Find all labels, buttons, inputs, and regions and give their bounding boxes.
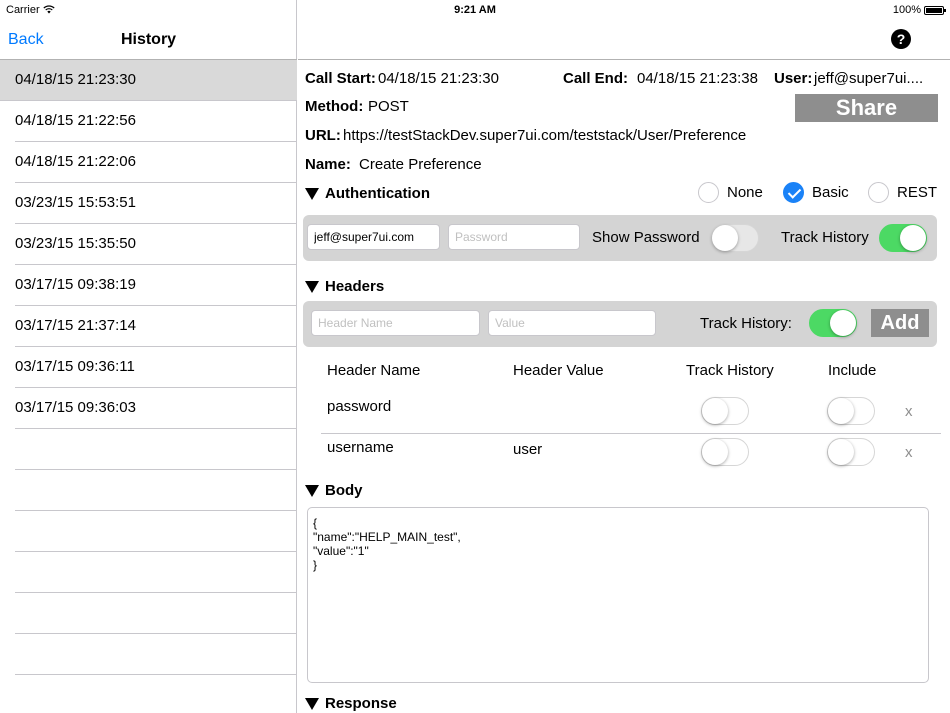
- show-password-label: Show Password: [592, 229, 700, 246]
- body-line: "value":"1": [313, 544, 369, 558]
- name-label: Name:: [305, 156, 351, 173]
- disclosure-triangle-icon: [305, 187, 319, 200]
- auth-option-basic[interactable]: Basic: [783, 182, 849, 203]
- password-field[interactable]: [448, 224, 580, 250]
- row-divider: [321, 433, 941, 434]
- empty-row: [15, 675, 297, 713]
- column-include: Include: [828, 362, 877, 379]
- checkmark-icon: [783, 182, 804, 203]
- auth-option-none[interactable]: None: [698, 182, 763, 203]
- history-item[interactable]: 03/17/15 21:37:14: [15, 306, 297, 347]
- body-text-area[interactable]: { "name":"HELP_MAIN_test", "value":"1" }: [307, 507, 929, 683]
- header-name-field[interactable]: [311, 310, 480, 336]
- body-line: {: [313, 516, 318, 530]
- method-value: POST: [368, 98, 409, 115]
- empty-row: [15, 511, 297, 552]
- username-field[interactable]: [307, 224, 440, 250]
- header-row-track-toggle[interactable]: [701, 397, 749, 425]
- header-row-name: username: [327, 439, 394, 456]
- add-header-button[interactable]: Add: [871, 309, 929, 337]
- headers-panel: Track History:: [303, 301, 937, 347]
- authentication-section-toggle[interactable]: Authentication: [305, 185, 430, 202]
- history-navbar: Back History: [0, 20, 297, 60]
- delete-header-button[interactable]: x: [905, 444, 913, 461]
- call-end-label: Call End:: [563, 70, 629, 87]
- headers-track-history-toggle[interactable]: [809, 309, 857, 337]
- show-password-toggle[interactable]: [711, 224, 759, 252]
- delete-header-button[interactable]: x: [905, 403, 913, 420]
- auth-panel: Show Password Track History: [303, 215, 937, 261]
- call-start-label: Call Start:: [305, 70, 376, 87]
- radio-unselected-icon: [698, 182, 719, 203]
- share-button[interactable]: Share: [795, 94, 938, 122]
- method-label: Method:: [305, 98, 364, 115]
- empty-row: [15, 552, 297, 593]
- track-history-label: Track History: [781, 229, 869, 246]
- column-header-value: Header Value: [513, 362, 604, 379]
- user-value: jeff@super7ui....: [814, 70, 924, 87]
- history-item[interactable]: 04/18/15 21:22:56: [15, 101, 297, 142]
- response-section-toggle[interactable]: Response: [305, 695, 397, 712]
- empty-row: [15, 634, 297, 675]
- body-line: "name":"HELP_MAIN_test",: [313, 530, 461, 544]
- column-track-history: Track History: [686, 362, 774, 379]
- empty-row: [15, 470, 297, 511]
- auth-track-history-toggle[interactable]: [879, 224, 927, 252]
- header-row-name: password: [327, 398, 392, 415]
- detail-navbar: ?: [298, 20, 950, 60]
- header-row-include-toggle[interactable]: [827, 397, 875, 425]
- detail-pane: ? Call Start: 04/18/15 21:23:30 Call End…: [298, 0, 950, 713]
- history-item[interactable]: 04/18/15 21:23:30: [0, 60, 297, 101]
- empty-row: [15, 429, 297, 470]
- column-header-name: Header Name: [327, 362, 421, 379]
- header-row-value: user: [513, 441, 543, 458]
- history-title: History: [120, 31, 177, 48]
- header-row-include-toggle[interactable]: [827, 438, 875, 466]
- headers-track-history-label: Track History:: [700, 315, 792, 332]
- header-value-field[interactable]: [488, 310, 656, 336]
- history-item[interactable]: 03/23/15 15:35:50: [15, 224, 297, 265]
- history-item[interactable]: 04/18/15 21:22:06: [15, 142, 297, 183]
- help-icon[interactable]: ?: [891, 29, 911, 49]
- call-start-value: 04/18/15 21:23:30: [378, 70, 499, 87]
- empty-row: [15, 593, 297, 634]
- disclosure-triangle-icon: [305, 280, 319, 293]
- url-value: https://testStackDev.super7ui.com/testst…: [343, 127, 747, 144]
- history-list: 04/18/15 21:23:30 04/18/15 21:22:56 04/1…: [0, 60, 297, 713]
- disclosure-triangle-icon: [305, 484, 319, 497]
- headers-section-toggle[interactable]: Headers: [305, 278, 384, 295]
- history-pane: Back History 04/18/15 21:23:30 04/18/15 …: [0, 0, 297, 713]
- body-line: }: [313, 558, 318, 572]
- header-row-track-toggle[interactable]: [701, 438, 749, 466]
- body-section-toggle[interactable]: Body: [305, 482, 363, 499]
- name-value: Create Preference: [359, 156, 482, 173]
- history-item[interactable]: 03/23/15 15:53:51: [15, 183, 297, 224]
- radio-unselected-icon: [868, 182, 889, 203]
- user-label: User:: [774, 70, 813, 87]
- url-label: URL:: [305, 127, 341, 144]
- history-item[interactable]: 03/17/15 09:38:19: [15, 265, 297, 306]
- history-item[interactable]: 03/17/15 09:36:11: [15, 347, 297, 388]
- disclosure-triangle-icon: [305, 697, 319, 710]
- history-item[interactable]: 03/17/15 09:36:03: [15, 388, 297, 429]
- call-end-value: 04/18/15 21:23:38: [637, 70, 758, 87]
- auth-option-rest[interactable]: REST: [868, 182, 937, 203]
